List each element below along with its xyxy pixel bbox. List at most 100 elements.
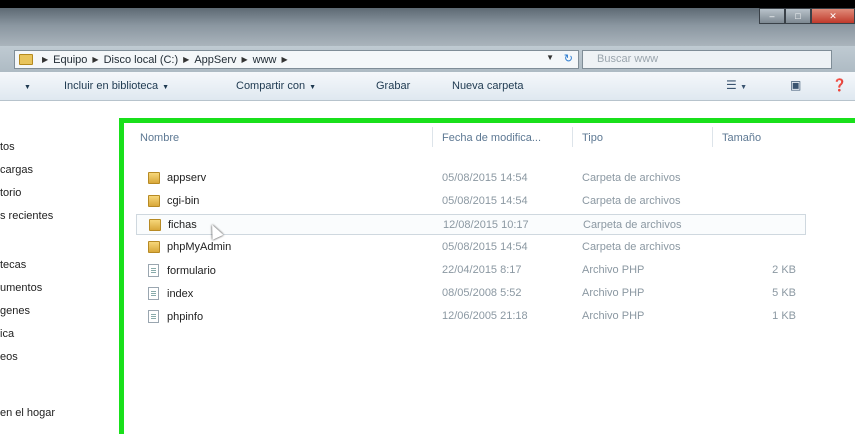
file-size: 1 KB [772,310,796,322]
nav-item-imagenes[interactable]: genes [0,305,30,317]
search-input[interactable]: Buscar www [582,50,832,69]
chevron-down-icon[interactable]: ▼ [546,53,554,62]
organize-arrow-icon[interactable]: ▼ [20,80,31,92]
nav-item-documentos[interactable]: umentos [0,282,42,294]
chevron-right-icon: ▶ [281,55,288,64]
php-file-icon [148,310,159,323]
breadcrumb-equipo[interactable]: Equipo [53,54,87,66]
file-name: fichas [168,219,197,231]
php-file-icon [148,287,159,300]
burn-button[interactable]: Grabar [376,80,410,92]
nav-item-sitios-recientes[interactable]: s recientes [0,210,53,222]
file-type: Archivo PHP [582,264,645,276]
chevron-down-icon: ▼ [309,84,317,91]
folder-icon [19,54,33,65]
file-name: index [167,287,194,300]
address-row: ▶ Equipo ▶ Disco local (C:) ▶ AppServ ▶ … [0,46,855,72]
include-library-button[interactable]: Incluir en biblioteca ▼ [64,80,169,92]
file-name-cell: fichas [149,219,197,231]
file-date: 05/08/2015 14:54 [442,241,528,253]
folder-icon [148,195,160,207]
column-divider[interactable] [432,127,433,147]
file-type: Archivo PHP [582,287,645,299]
search-placeholder: Buscar www [597,53,659,65]
view-options-icon[interactable]: ☰ ▼ [726,78,747,92]
file-date: 12/08/2015 10:17 [443,219,529,231]
file-name-cell: formulario [148,264,216,277]
nav-item-descargas[interactable]: cargas [0,164,33,176]
nav-item-bibliotecas[interactable]: tecas [0,259,26,271]
column-header-type[interactable]: Tipo [582,132,603,144]
file-row[interactable]: phpMyAdmin 05/08/2015 14:54 Carpeta de a… [136,237,806,258]
file-list: Nombre Fecha de modifica... Tipo Tamaño … [119,118,855,434]
file-type: Carpeta de archivos [582,195,681,207]
file-size: 5 KB [772,287,796,299]
chevron-right-icon: ▶ [241,55,248,64]
file-name-cell: phpinfo [148,310,203,323]
breadcrumb-appserv[interactable]: AppServ [194,54,236,66]
title-bar: – □ ✕ [0,8,855,46]
breadcrumb-disco-local[interactable]: Disco local (C:) [104,54,179,66]
breadcrumb: ▶ Equipo ▶ Disco local (C:) ▶ AppServ ▶ … [37,54,293,66]
file-type: Carpeta de archivos [583,219,682,231]
minimize-button[interactable]: – [759,8,785,24]
file-row[interactable]: formulario 22/04/2015 8:17 Archivo PHP 2… [136,260,806,281]
folder-icon [148,172,160,184]
nav-item-videos[interactable]: eos [0,351,18,363]
nav-item-grupo-hogar[interactable]: en el hogar [0,407,55,419]
file-row-hovered[interactable]: fichas 12/08/2015 10:17 Carpeta de archi… [136,214,806,235]
share-with-button[interactable]: Compartir con ▼ [236,80,316,92]
chevron-right-icon: ▶ [183,55,190,64]
file-date: 05/08/2015 14:54 [442,172,528,184]
chevron-right-icon: ▶ [42,55,49,64]
file-size: 2 KB [772,264,796,276]
column-header-name[interactable]: Nombre [140,132,179,144]
chevron-right-icon: ▶ [92,55,99,64]
screen: – □ ✕ ▶ Equipo ▶ Disco local (C:) ▶ AppS… [0,0,855,434]
command-bar: ▼ Incluir en biblioteca ▼ Compartir con ▼ … [0,72,855,101]
file-name: phpinfo [167,310,204,323]
php-file-icon [148,264,159,277]
column-header-size[interactable]: Tamaño [722,132,761,144]
explorer-window: – □ ✕ ▶ Equipo ▶ Disco local (C:) ▶ AppS… [0,8,855,434]
file-name: phpMyAdmin [167,241,232,253]
file-date: 22/04/2015 8:17 [442,264,522,276]
file-name-cell: phpMyAdmin [148,241,231,253]
close-button[interactable]: ✕ [811,8,855,24]
nav-item-musica[interactable]: ica [0,328,14,340]
file-row[interactable]: phpinfo 12/06/2005 21:18 Archivo PHP 1 K… [136,306,806,327]
file-name-cell: index [148,287,193,300]
column-divider[interactable] [712,127,713,147]
file-date: 05/08/2015 14:54 [442,195,528,207]
include-library-label: Incluir en biblioteca [64,80,159,92]
window-controls: – □ ✕ [759,8,855,24]
maximize-button[interactable]: □ [785,8,811,24]
address-bar[interactable]: ▶ Equipo ▶ Disco local (C:) ▶ AppServ ▶ … [14,50,579,69]
column-header-date[interactable]: Fecha de modifica... [442,132,541,144]
preview-pane-icon[interactable]: ▣ [790,78,801,92]
share-with-label: Compartir con [236,80,306,92]
nav-item-escritorio[interactable]: torio [0,187,21,199]
file-row[interactable]: appserv 05/08/2015 14:54 Carpeta de arch… [136,168,806,189]
file-row[interactable]: cgi-bin 05/08/2015 14:54 Carpeta de arch… [136,191,806,212]
file-date: 12/06/2005 21:18 [442,310,528,322]
navigation-pane: tos cargas torio s recientes tecas ument… [0,101,118,434]
new-folder-button[interactable]: Nueva carpeta [452,80,524,92]
column-divider[interactable] [572,127,573,147]
file-type: Carpeta de archivos [582,172,681,184]
folder-icon [148,241,160,253]
file-name-cell: cgi-bin [148,195,199,207]
breadcrumb-www[interactable]: www [253,54,277,66]
chevron-down-icon: ▼ [162,84,170,91]
help-icon[interactable]: ❓ [832,78,847,92]
file-name-cell: appserv [148,172,206,184]
file-date: 08/05/2008 5:52 [442,287,522,299]
file-type: Archivo PHP [582,310,645,322]
folder-icon [149,219,161,231]
file-row[interactable]: index 08/05/2008 5:52 Archivo PHP 5 KB [136,283,806,304]
refresh-icon[interactable]: ↻ [564,52,573,65]
file-name: formulario [167,264,216,277]
nav-item-favoritos[interactable]: tos [0,141,15,153]
file-type: Carpeta de archivos [582,241,681,253]
file-name: appserv [167,172,207,184]
